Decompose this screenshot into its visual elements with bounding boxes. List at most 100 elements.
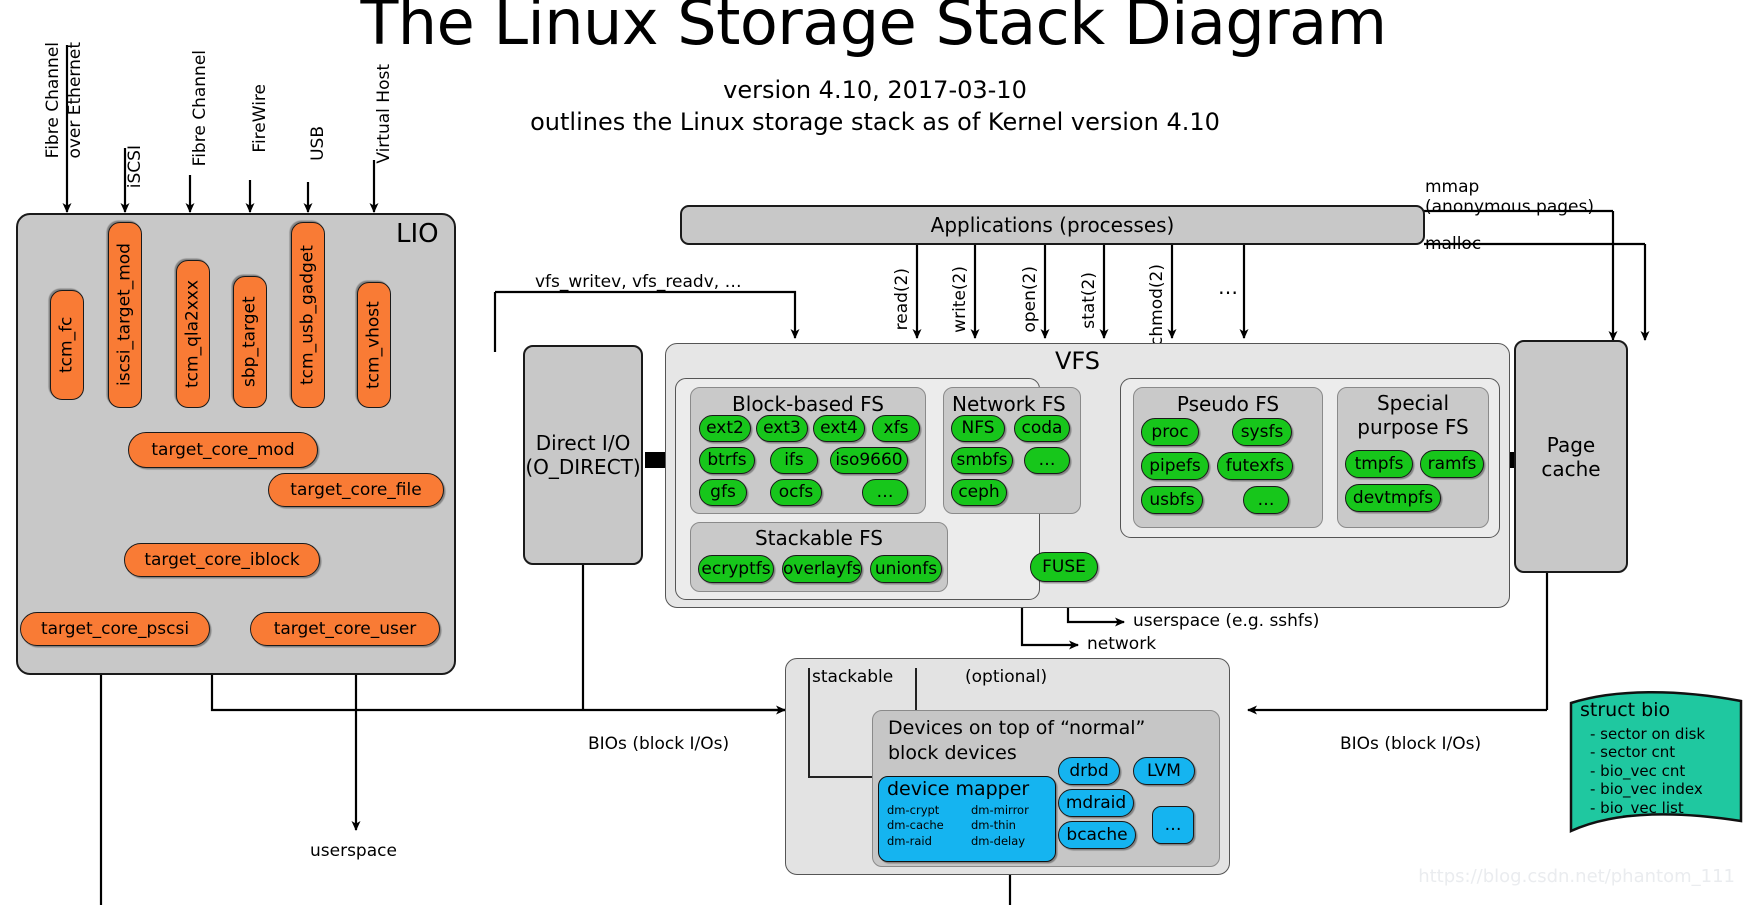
direct-io-box: Direct I/O (O_DIRECT) (523, 345, 643, 565)
device-mdraid[interactable]: mdraid (1058, 789, 1134, 817)
stackable-marker-label: stackable (812, 667, 894, 687)
fs-network-more[interactable]: … (1024, 447, 1070, 474)
page-cache-box: Page cache (1514, 340, 1628, 573)
fs-proc[interactable]: proc (1141, 418, 1199, 446)
direct-io-line1: Direct I/O (535, 431, 631, 455)
fuse-userspace-label: userspace (e.g. sshfs) (1133, 611, 1320, 631)
block-based-fs-title: Block-based FS (732, 392, 884, 416)
lio-frontend-tcm-usb-gadget[interactable]: tcm_usb_gadget (291, 222, 325, 408)
fs-iso9660[interactable]: iso9660 (830, 447, 908, 474)
fs-ext3[interactable]: ext3 (756, 415, 808, 442)
special-fs-title-1: Special (1376, 391, 1450, 415)
fs-unionfs[interactable]: unionfs (870, 555, 942, 583)
applications-box: Applications (processes) (680, 205, 1425, 245)
syscall-label-open: open(2) (1020, 266, 1040, 333)
lio-frontend-tcm-qla2xxx[interactable]: tcm_qla2xxx (176, 260, 210, 408)
struct-bio-field-0: - sector on disk (1590, 725, 1706, 743)
syscall-label-chmod: chmod(2) (1147, 264, 1167, 346)
fs-usbfs[interactable]: usbfs (1141, 486, 1203, 514)
fs-block-more[interactable]: … (862, 479, 908, 506)
lio-target-core-file[interactable]: target_core_file (268, 473, 444, 507)
struct-bio-field-3: - bio_vec index (1590, 780, 1703, 799)
devices-heading-1: Devices on top of “normal” (888, 717, 1146, 739)
dm-target-cache: dm-cache (887, 818, 944, 833)
device-drbd[interactable]: drbd (1058, 757, 1120, 785)
fs-ecryptfs[interactable]: ecryptfs (698, 555, 774, 583)
transport-label-firewire: FireWire (250, 84, 270, 153)
fs-futexfs[interactable]: futexfs (1217, 452, 1293, 480)
fs-btrfs[interactable]: btrfs (699, 447, 755, 474)
lio-target-core-pscsi[interactable]: target_core_pscsi (20, 612, 210, 646)
fs-smbfs[interactable]: smbfs (951, 447, 1013, 474)
direct-io-line2: (O_DIRECT) (525, 455, 641, 479)
syscall-label-write: write(2) (950, 266, 970, 333)
bios-label-left: BIOs (block I/Os) (588, 734, 730, 754)
transport-label-virtual-host: Virtual Host (374, 64, 394, 164)
watermark: https://blog.csdn.net/phantom_111 (1418, 866, 1735, 887)
transport-label-iscsi: iSCSI (125, 145, 145, 189)
struct-bio-field-4: - bio_vec list (1590, 798, 1684, 817)
lio-frontend-iscsi-target-mod[interactable]: iscsi_target_mod (108, 222, 142, 408)
fs-ifs[interactable]: ifs (770, 447, 818, 474)
struct-bio-field-2: - bio_vec cnt (1590, 761, 1686, 780)
syscall-label-stat: stat(2) (1079, 272, 1099, 329)
network-fs-title: Network FS (952, 392, 1066, 416)
struct-bio-field-1: - sector cnt (1590, 743, 1676, 762)
fs-ramfs[interactable]: ramfs (1420, 450, 1484, 478)
lio-target-core-iblock[interactable]: target_core_iblock (124, 543, 320, 577)
special-fs-title-2: purpose FS (1357, 415, 1469, 439)
fs-nfs[interactable]: NFS (951, 415, 1005, 442)
fs-overlayfs[interactable]: overlayfs (782, 555, 862, 583)
fs-gfs[interactable]: gfs (699, 479, 747, 506)
fs-devtmpfs[interactable]: devtmpfs (1345, 484, 1441, 512)
fs-xfs[interactable]: xfs (872, 415, 920, 442)
pseudo-fs-title: Pseudo FS (1176, 392, 1280, 416)
fs-pipefs[interactable]: pipefs (1141, 452, 1209, 480)
lio-userspace-label: userspace (310, 841, 397, 861)
fs-ext2[interactable]: ext2 (699, 415, 751, 442)
device-lvm[interactable]: LVM (1133, 757, 1195, 785)
dm-target-crypt: dm-crypt (887, 802, 940, 817)
fs-ocfs[interactable]: ocfs (770, 479, 822, 506)
fs-tmpfs[interactable]: tmpfs (1345, 450, 1413, 478)
fs-ext4[interactable]: ext4 (813, 415, 865, 442)
fcoe-line2: over Ethernet (65, 42, 85, 159)
optional-label: (optional) (965, 667, 1048, 687)
device-bcache[interactable]: bcache (1058, 821, 1136, 849)
vfs-title: VFS (1055, 347, 1101, 375)
syscall-label-ellipsis: … (1218, 275, 1238, 299)
fs-pseudo-more[interactable]: … (1243, 486, 1289, 514)
devices-heading-2: block devices (888, 742, 1017, 764)
lio-frontend-tcm-vhost[interactable]: tcm_vhost (357, 282, 391, 408)
struct-bio-fields: - sector on disk - sector cnt - bio_vec … (1590, 725, 1705, 817)
device-more[interactable]: … (1152, 806, 1194, 844)
transport-label-fcoe-2: over Ethernet (65, 42, 85, 159)
page-cache-line1: Page (1546, 432, 1596, 457)
fs-sysfs[interactable]: sysfs (1232, 418, 1292, 446)
lio-frontend-tcm-fc[interactable]: tcm_fc (50, 290, 84, 400)
lio-frontend-sbp-target[interactable]: sbp_target (233, 276, 267, 408)
syscall-label-read: read(2) (892, 268, 912, 331)
fs-ceph[interactable]: ceph (951, 479, 1007, 506)
malloc-label: malloc (1425, 234, 1482, 254)
applications-label: Applications (processes) (930, 212, 1175, 237)
dm-target-mirror: dm-mirror (971, 802, 1029, 817)
device-mapper-title: device mapper (887, 778, 1030, 800)
lio-target-core-user[interactable]: target_core_user (250, 612, 440, 646)
subtitle-version: version 4.10, 2017-03-10 (723, 76, 1027, 104)
bios-label-right: BIOs (block I/Os) (1340, 734, 1482, 754)
lio-title: LIO (396, 219, 439, 249)
dm-target-raid: dm-raid (887, 833, 932, 848)
subtitle-description: outlines the Linux storage stack as of K… (530, 108, 1220, 137)
dm-target-thin: dm-thin (971, 818, 1016, 833)
device-mapper-box[interactable]: device mapper dm-crypt dm-mirror dm-cach… (878, 776, 1056, 862)
transport-label-fibre-channel: Fibre Channel (190, 50, 210, 167)
lio-target-core-mod[interactable]: target_core_mod (128, 432, 318, 468)
fs-coda[interactable]: coda (1014, 415, 1070, 442)
fs-fuse[interactable]: FUSE (1030, 552, 1098, 582)
transport-label-fcoe: Fibre Channel (43, 42, 63, 159)
vfs-writev-label: vfs_writev, vfs_readv, … (535, 272, 742, 292)
page-title: The Linux Storage Stack Diagram (360, 0, 1387, 59)
struct-bio-title: struct bio (1580, 699, 1671, 721)
fcoe-line1: Fibre Channel (43, 42, 63, 159)
